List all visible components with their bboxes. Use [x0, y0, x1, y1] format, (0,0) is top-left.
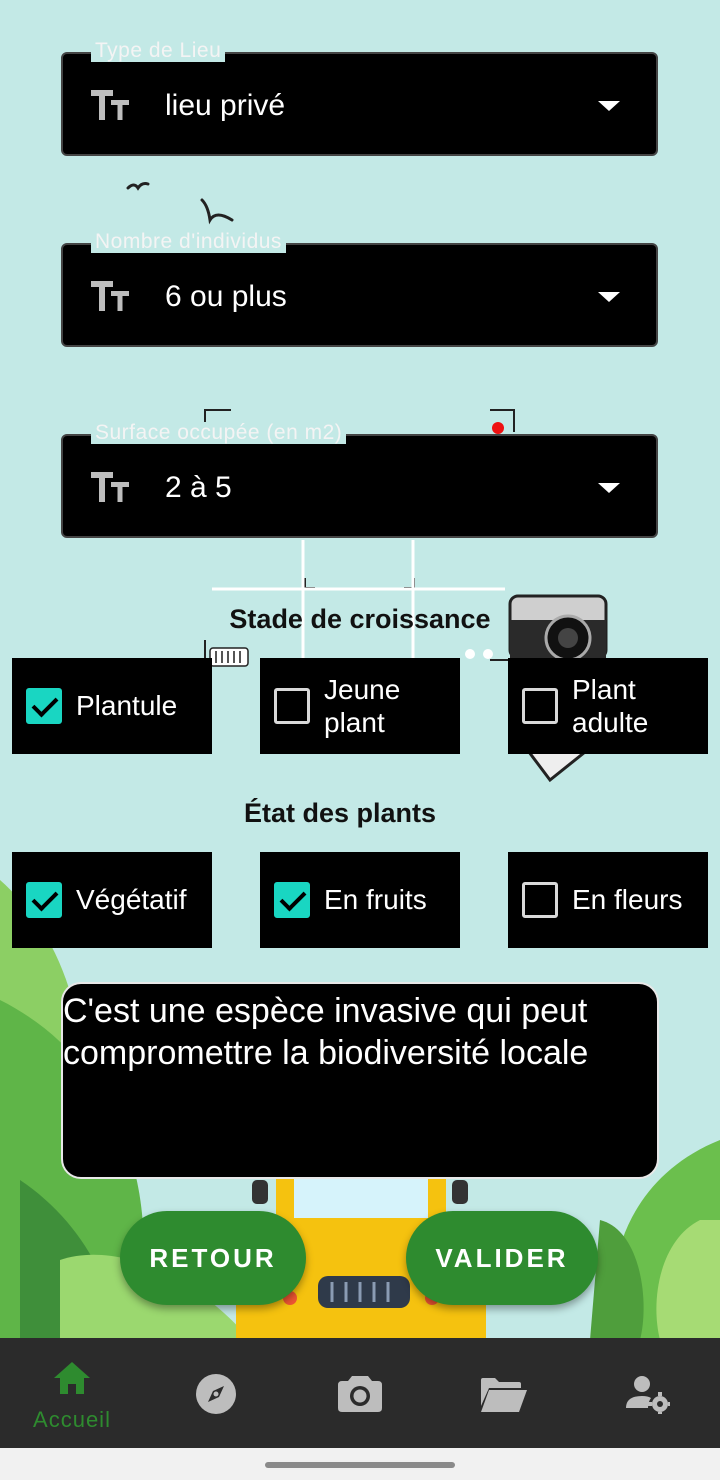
- individuals-count-dropdown[interactable]: Nombre d'individus 6 ou plus: [61, 231, 658, 347]
- battery-icon: [209, 647, 249, 667]
- checkbox-checked[interactable]: [274, 882, 310, 918]
- place-type-value: lieu privé: [165, 89, 286, 122]
- chevron-down-icon: [598, 292, 620, 302]
- checkbox-unchecked[interactable]: [522, 688, 558, 724]
- folder-icon: [481, 1378, 527, 1412]
- user-settings-icon: [626, 1376, 670, 1414]
- individuals-count-label: Nombre d'individus: [91, 231, 286, 253]
- place-type-label: Type de Lieu: [91, 40, 226, 62]
- text-format-icon: [91, 90, 129, 120]
- checkbox-flowering[interactable]: En fleurs: [508, 852, 708, 948]
- system-navigation-bar: [0, 1448, 720, 1480]
- submit-button[interactable]: VALIDER: [406, 1211, 598, 1305]
- checkbox-label: Plantule: [76, 690, 178, 721]
- checkbox-seedling[interactable]: Plantule: [12, 658, 212, 754]
- bottom-navigation: Accueil: [0, 1338, 720, 1448]
- checkbox-label: Jeune plant: [324, 674, 401, 738]
- checkbox-label: Plant adulte: [572, 674, 649, 738]
- text-format-icon: [91, 472, 129, 502]
- checkbox-label: En fleurs: [572, 884, 683, 915]
- text-format-icon: [91, 281, 129, 311]
- nav-label-home: Accueil: [33, 1407, 111, 1432]
- checkbox-vegetative[interactable]: Végétatif: [12, 852, 212, 948]
- checkbox-label: En fruits: [324, 884, 427, 915]
- place-type-dropdown[interactable]: Type de Lieu lieu privé: [61, 40, 658, 156]
- individuals-count-value: 6 ou plus: [165, 280, 287, 313]
- checkbox-unchecked[interactable]: [522, 882, 558, 918]
- nav-item-files[interactable]: [432, 1338, 576, 1448]
- checkbox-checked[interactable]: [26, 882, 62, 918]
- surface-area-dropdown[interactable]: Surface occupée (en m2) 2 à 5: [61, 422, 658, 538]
- grid-lines: [212, 540, 505, 660]
- nav-item-home[interactable]: Accueil: [0, 1338, 144, 1448]
- chevron-down-icon: [598, 483, 620, 493]
- home-icon: [54, 1362, 90, 1394]
- growth-stage-title: Stade de croissance: [229, 604, 491, 634]
- checkbox-checked[interactable]: [26, 688, 62, 724]
- back-button[interactable]: RETOUR: [120, 1211, 306, 1305]
- checkbox-young-plant[interactable]: Jeune plant: [260, 658, 460, 754]
- checkbox-unchecked[interactable]: [274, 688, 310, 724]
- surface-area-value: 2 à 5: [165, 471, 232, 504]
- plant-state-title: État des plants: [243, 798, 437, 828]
- compass-icon: [196, 1374, 236, 1414]
- checkbox-fruiting[interactable]: En fruits: [260, 852, 460, 948]
- chevron-down-icon: [598, 101, 620, 111]
- nav-item-user-settings[interactable]: [576, 1338, 720, 1448]
- nav-item-explore[interactable]: [144, 1338, 288, 1448]
- comment-textarea[interactable]: C'est une espèce invasive qui peut compr…: [61, 982, 659, 1179]
- checkbox-label: Végétatif: [76, 884, 187, 915]
- camera-icon: [338, 1376, 382, 1412]
- nav-item-camera[interactable]: [288, 1338, 432, 1448]
- home-indicator[interactable]: [265, 1462, 455, 1468]
- surface-area-label: Surface occupée (en m2): [91, 422, 347, 444]
- checkbox-adult-plant[interactable]: Plant adulte: [508, 658, 708, 754]
